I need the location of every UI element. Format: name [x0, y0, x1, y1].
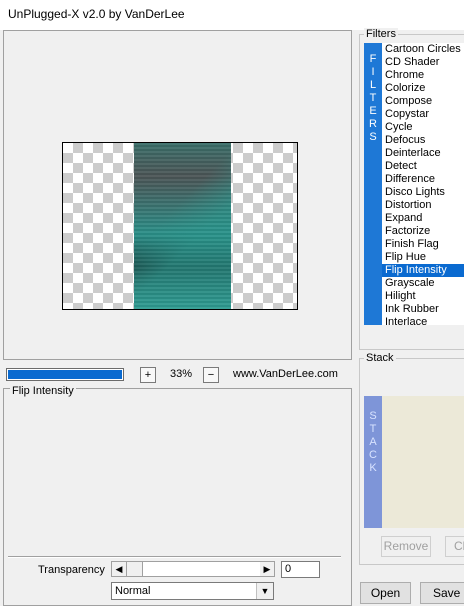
preview-image — [134, 143, 231, 309]
zoom-in-button[interactable]: + — [140, 367, 156, 383]
zoom-level: 33% — [169, 368, 193, 380]
filter-item[interactable]: Distortion — [382, 199, 464, 212]
filter-item[interactable]: Factorize — [382, 225, 464, 238]
filter-item[interactable]: Cartoon Circles — [382, 43, 464, 56]
filter-item[interactable]: Ink Rubber — [382, 303, 464, 316]
filter-item[interactable]: CD Shader — [382, 56, 464, 69]
filter-item[interactable]: Flip Hue — [382, 251, 464, 264]
filters-letter: S — [369, 131, 377, 143]
filters-letter: L — [369, 79, 377, 91]
stack-letter: K — [369, 462, 377, 474]
filters-title: Filters — [364, 28, 398, 40]
scroll-right-icon[interactable]: ▶ — [260, 562, 274, 576]
save-button[interactable]: Save — [420, 582, 464, 604]
filters-letter: F — [369, 53, 377, 65]
stack-title: Stack — [364, 352, 396, 364]
filter-item[interactable]: Hilight — [382, 290, 464, 303]
zoom-out-button[interactable]: − — [203, 367, 219, 383]
slider-thumb[interactable] — [126, 562, 143, 576]
window-title: UnPlugged-X v2.0 by VanDerLee — [8, 7, 185, 21]
transparency-label: Transparency — [38, 564, 105, 576]
clear-button[interactable]: Cl — [445, 536, 464, 557]
filter-item[interactable]: Flip Intensity — [382, 264, 464, 277]
filters-strip-letters: FILTERS — [364, 53, 382, 144]
scroll-left-icon[interactable]: ◀ — [112, 562, 126, 576]
stack-letter: A — [369, 436, 377, 448]
parameters-title: Flip Intensity — [10, 385, 76, 397]
preview-canvas[interactable] — [62, 142, 298, 310]
blend-mode-select[interactable]: Normal ▼ — [111, 582, 274, 600]
open-button[interactable]: Open — [360, 582, 411, 604]
filter-item[interactable]: Grayscale — [382, 277, 464, 290]
filter-item[interactable]: Chrome — [382, 69, 464, 82]
stack-letter: T — [369, 423, 377, 435]
progress-bar — [6, 368, 124, 381]
stack-strip: STACK — [364, 396, 382, 528]
filter-item[interactable]: Compose — [382, 95, 464, 108]
preview-panel — [3, 30, 352, 360]
filter-item[interactable]: Expand — [382, 212, 464, 225]
stack-letter: S — [369, 410, 377, 422]
filter-item[interactable]: Copystar — [382, 108, 464, 121]
transparency-input[interactable]: 0 — [281, 561, 320, 578]
website-link[interactable]: www.VanDerLee.com — [233, 368, 338, 380]
filter-item[interactable]: Finish Flag — [382, 238, 464, 251]
progress-fill — [8, 370, 122, 379]
remove-button[interactable]: Remove — [381, 536, 431, 557]
filter-item[interactable]: Cycle — [382, 121, 464, 134]
filter-item[interactable]: Detect — [382, 160, 464, 173]
filter-item[interactable]: Defocus — [382, 134, 464, 147]
filter-item[interactable]: Difference — [382, 173, 464, 186]
stack-strip-letters: STACK — [364, 410, 382, 475]
chevron-down-icon[interactable]: ▼ — [256, 583, 273, 599]
title-bar[interactable]: UnPlugged-X v2.0 by VanDerLee — [0, 0, 464, 30]
stack-list[interactable] — [382, 396, 464, 528]
filter-item[interactable]: Deinterlace — [382, 147, 464, 160]
transparency-slider[interactable]: ◀ ▶ — [111, 561, 275, 577]
stack-letter: C — [369, 449, 377, 461]
blend-mode-value: Normal — [115, 585, 151, 597]
filter-item[interactable]: Interlace — [382, 316, 464, 325]
filters-letter: R — [369, 118, 377, 130]
divider — [8, 556, 341, 558]
filters-letter: E — [369, 105, 377, 117]
filters-strip: FILTERS — [364, 43, 382, 325]
filters-letter: I — [371, 66, 375, 78]
filter-item[interactable]: Disco Lights — [382, 186, 464, 199]
filter-item[interactable]: Colorize — [382, 82, 464, 95]
filters-list[interactable]: Cartoon Circles CD Shader Chrome Colorize Co… — [382, 43, 464, 325]
filters-letter: T — [369, 92, 377, 104]
